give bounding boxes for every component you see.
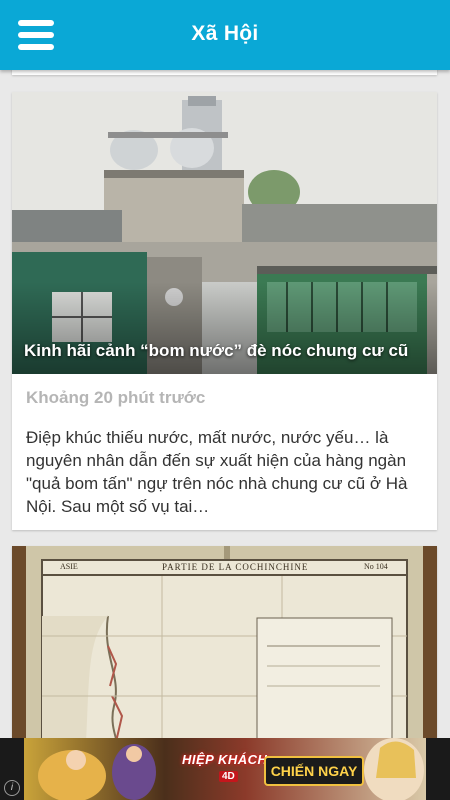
ad-logo-sub: 4D xyxy=(219,771,238,782)
ad-banner[interactable]: HIỆP KHÁCH 4D CHIẾN NGAY xyxy=(24,738,426,800)
article-card[interactable]: Kinh hãi cảnh “bom nước” đè nóc chung cư… xyxy=(12,92,437,530)
article-summary[interactable]: Điệp khúc thiếu nước, mất nước, nước yếu… xyxy=(26,426,426,518)
article-photo[interactable]: Kinh hãi cảnh “bom nước” đè nóc chung cư… xyxy=(12,92,437,374)
article-photo-image xyxy=(12,92,437,374)
previous-card[interactable] xyxy=(12,70,437,75)
ad-artwork xyxy=(24,738,426,800)
ad-logo: HIỆP KHÁCH xyxy=(182,752,268,767)
map-header: PARTIE DE LA COCHINCHINE xyxy=(162,562,309,572)
ad-banner-bar[interactable]: i HIỆP KHÁCH 4D CHIẾN NGAY xyxy=(0,738,450,800)
ad-cta-button[interactable]: CHIẾN NGAY xyxy=(264,756,364,786)
article-title[interactable]: Kinh hãi cảnh “bom nước” đè nóc chung cư… xyxy=(24,340,427,362)
map-label-right: No 104 xyxy=(364,562,388,571)
app-bar: Xã Hội xyxy=(0,0,450,70)
info-icon[interactable]: i xyxy=(4,780,20,796)
map-photo-image xyxy=(12,546,437,738)
news-feed[interactable]: Kinh hãi cảnh “bom nước” đè nóc chung cư… xyxy=(0,70,450,738)
map-label-left: ASIE xyxy=(60,562,78,571)
page-title: Xã Hội xyxy=(191,22,259,45)
article-time: Khoảng 20 phút trước xyxy=(26,388,206,407)
article-card[interactable]: PARTIE DE LA COCHINCHINE ASIE No 104 xyxy=(12,546,437,738)
